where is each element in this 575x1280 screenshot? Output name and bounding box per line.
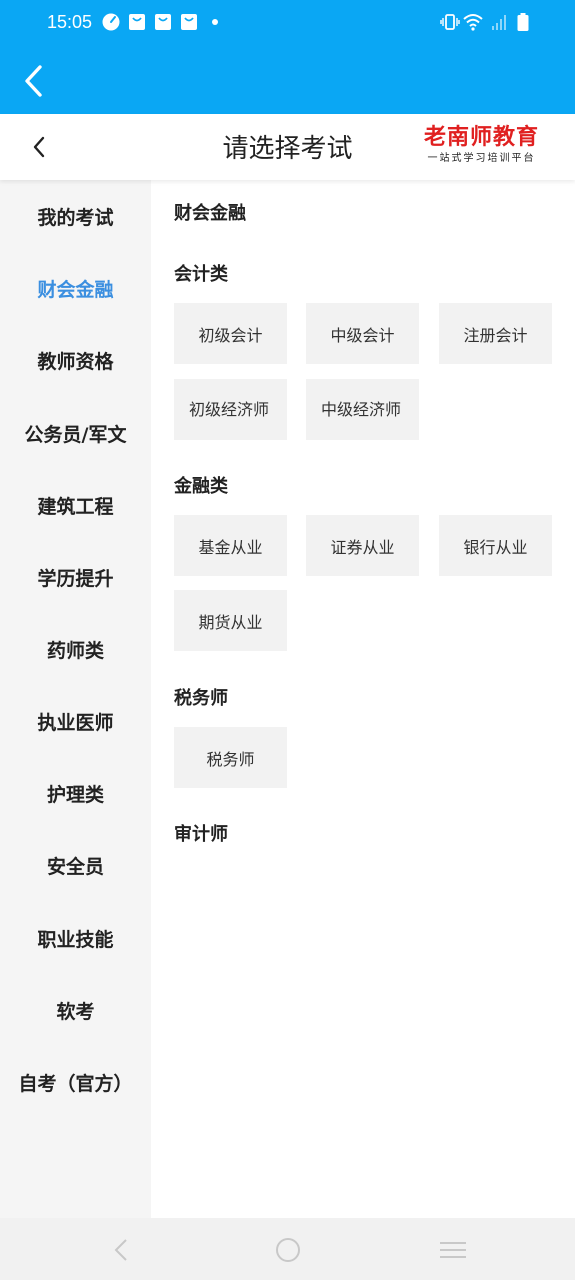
status-time: 15:05 bbox=[47, 12, 93, 32]
sidebar-item-safety[interactable]: 安全员 bbox=[0, 852, 151, 879]
home-nav-icon[interactable] bbox=[274, 1236, 302, 1264]
sidebar-item-vocational[interactable]: 职业技能 bbox=[0, 925, 151, 952]
exam-chip[interactable]: 初级经济师 bbox=[174, 379, 287, 440]
bag-icon bbox=[155, 14, 171, 30]
speed-icon bbox=[102, 13, 120, 31]
exam-chip[interactable]: 银行从业 bbox=[439, 515, 552, 576]
sidebar-item-self-study[interactable]: 自考（官方） bbox=[0, 1069, 151, 1096]
brand-name: 老南师教育 bbox=[423, 125, 539, 150]
battery-icon bbox=[517, 13, 529, 31]
vibrate-icon bbox=[440, 14, 460, 30]
sidebar-item-civil-service[interactable]: 公务员/军文 bbox=[0, 420, 151, 447]
category-heading: 财会金融 bbox=[174, 203, 246, 224]
system-nav-bar bbox=[0, 1218, 575, 1280]
sidebar-item-pharmacist[interactable]: 药师类 bbox=[0, 636, 151, 663]
bag-icon bbox=[181, 14, 197, 30]
sidebar-item-nursing[interactable]: 护理类 bbox=[0, 780, 151, 807]
menu-nav-icon[interactable] bbox=[439, 1236, 467, 1264]
wifi-icon bbox=[463, 14, 483, 31]
bag-icon bbox=[129, 14, 145, 30]
exam-chip[interactable]: 注册会计 bbox=[439, 303, 552, 364]
category-sidebar: 我的考试 财会金融 教师资格 公务员/军文 建筑工程 学历提升 药师类 执业医师… bbox=[0, 180, 151, 1218]
status-bar: 15:05 bbox=[0, 0, 575, 46]
sidebar-item-construction[interactable]: 建筑工程 bbox=[0, 492, 151, 519]
arrow-left-icon[interactable] bbox=[20, 64, 50, 98]
exam-chip[interactable]: 证券从业 bbox=[306, 515, 419, 576]
exam-chip[interactable]: 中级经济师 bbox=[306, 379, 419, 440]
page-header: 请选择考试 老南师教育 一站式学习培训平台 bbox=[0, 114, 575, 180]
sidebar-item-finance[interactable]: 财会金融 bbox=[0, 275, 151, 302]
sidebar-item-education[interactable]: 学历提升 bbox=[0, 564, 151, 591]
sidebar-item-physician[interactable]: 执业医师 bbox=[0, 708, 151, 735]
signal-icon bbox=[492, 15, 506, 30]
sidebar-item-software[interactable]: 软考 bbox=[0, 997, 151, 1024]
brand-logo: 老南师教育 一站式学习培训平台 bbox=[424, 124, 539, 166]
exam-chip[interactable]: 期货从业 bbox=[174, 590, 287, 651]
back-nav-icon[interactable] bbox=[108, 1236, 136, 1264]
section-title-accounting: 会计类 bbox=[174, 264, 228, 285]
exam-chip[interactable]: 中级会计 bbox=[306, 303, 419, 364]
exam-chip[interactable]: 初级会计 bbox=[174, 303, 287, 364]
section-title-audit: 审计师 bbox=[174, 824, 228, 845]
section-title-tax: 税务师 bbox=[174, 688, 228, 709]
exam-content: 财会金融 会计类 初级会计 中级会计 注册会计 初级经济师 中级经济师 金融类 … bbox=[151, 180, 575, 1218]
sidebar-item-teacher[interactable]: 教师资格 bbox=[0, 347, 151, 374]
exam-chip[interactable]: 税务师 bbox=[174, 727, 287, 788]
brand-slogan: 一站式学习培训平台 bbox=[427, 153, 536, 164]
sidebar-item-my-exams[interactable]: 我的考试 bbox=[0, 203, 151, 230]
section-title-finance: 金融类 bbox=[174, 476, 228, 497]
app-bar bbox=[0, 46, 575, 114]
exam-chip[interactable]: 基金从业 bbox=[174, 515, 287, 576]
dot-icon bbox=[212, 19, 218, 25]
